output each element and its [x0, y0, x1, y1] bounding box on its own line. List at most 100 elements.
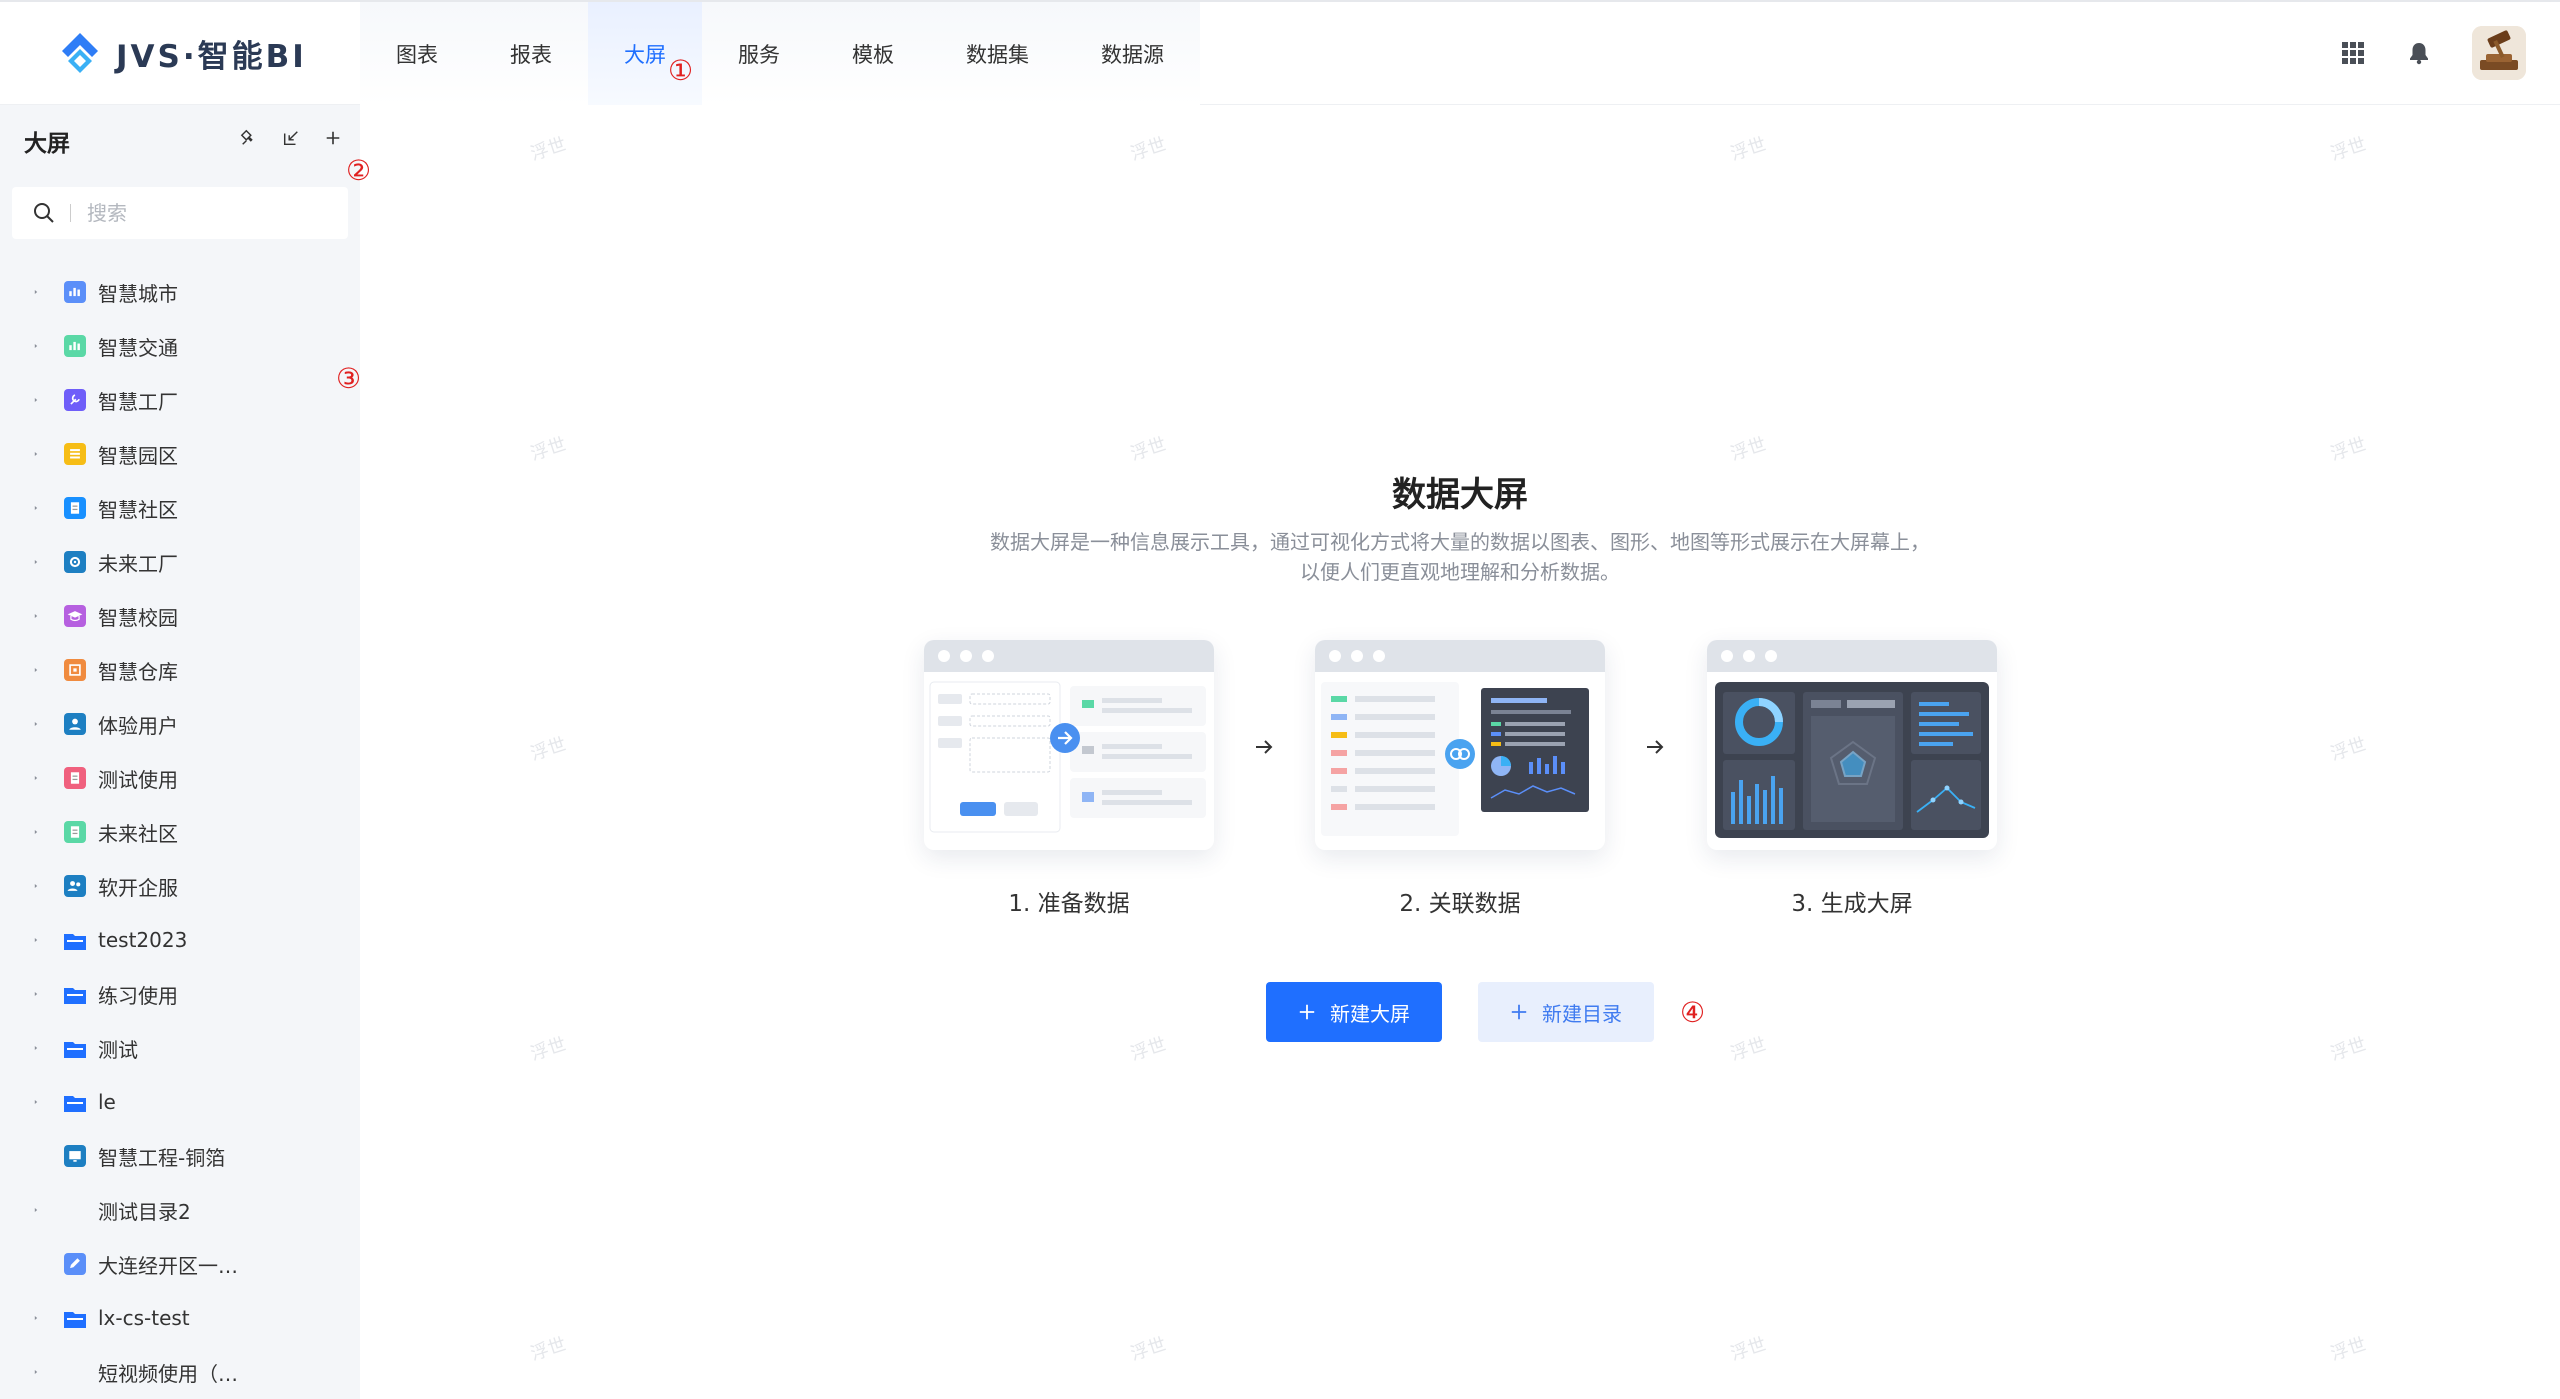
screen-box-icon [64, 659, 86, 681]
expand-caret-icon[interactable] [0, 556, 38, 568]
app-logo-text: JVS·智能BI [116, 38, 307, 75]
tree-item[interactable]: 大连经开区一… [0, 1237, 360, 1291]
step-generate-screen: 3. 生成大屏 [1707, 640, 1997, 918]
nav-tab[interactable]: 数据源 [1065, 2, 1200, 105]
folder-icon [64, 929, 86, 951]
expand-caret-icon[interactable] [0, 448, 38, 460]
screen-chart-icon [64, 281, 86, 303]
expand-caret-icon[interactable] [0, 934, 38, 946]
tree-item[interactable]: 练习使用 [0, 967, 360, 1021]
expand-caret-icon[interactable] [0, 610, 38, 622]
expand-caret-icon[interactable] [0, 394, 38, 406]
expand-caret-icon[interactable] [0, 1312, 38, 1324]
tree-item[interactable]: 智慧交通 [0, 319, 360, 373]
expand-caret-icon[interactable] [0, 880, 38, 892]
tree-item-label: 大连经开区一… [98, 1253, 238, 1278]
tree-item[interactable]: test2023 [0, 913, 360, 967]
expand-caret-icon[interactable] [0, 826, 38, 838]
expand-caret-icon[interactable] [0, 718, 38, 730]
sidebar-actions [238, 127, 344, 149]
expand-caret-icon[interactable] [0, 340, 38, 352]
tree-item-label: 智慧工程-铜箔 [98, 1145, 226, 1170]
app-logo[interactable]: JVS·智能BI [58, 28, 307, 78]
screen-cap-icon [64, 605, 86, 627]
pin-icon[interactable] [238, 127, 260, 149]
nav-tab[interactable]: 模板 [816, 2, 930, 105]
tree-item[interactable]: 智慧仓库 [0, 643, 360, 697]
nav-tab[interactable]: 服务 [702, 2, 816, 105]
top-right-actions [2340, 26, 2526, 80]
expand-caret-icon[interactable] [0, 1204, 38, 1216]
screen-list-icon [64, 443, 86, 465]
step-1-illustration [924, 640, 1214, 850]
watermark-text: 浮世 [2328, 1333, 2369, 1365]
tree-item[interactable]: 智慧园区 [0, 427, 360, 481]
tree-item[interactable]: 测试目录2 [0, 1183, 360, 1237]
tree-item-label: 体验用户 [98, 713, 178, 738]
new-screen-button[interactable]: 新建大屏 [1266, 982, 1442, 1042]
watermark-text: 浮世 [1128, 433, 1169, 465]
nav-tab[interactable]: 报表 [474, 2, 588, 105]
nav-tab[interactable]: 图表 [360, 2, 474, 105]
tree-item[interactable]: 智慧工程-铜箔 [0, 1129, 360, 1183]
tree-item-label: 测试使用 [98, 767, 178, 792]
step-label: 1. 准备数据 [1008, 891, 1130, 917]
tree-item[interactable]: 未来社区 [0, 805, 360, 859]
tree-item[interactable]: 测试 [0, 1021, 360, 1075]
folder-icon [64, 1037, 86, 1059]
expand-caret-icon[interactable] [0, 286, 38, 298]
tree-item[interactable]: 智慧工厂 [0, 373, 360, 427]
annotation-marker-2: ② [346, 154, 372, 187]
tree-item[interactable]: lx-cs-test [0, 1291, 360, 1345]
new-folder-button[interactable]: 新建目录 [1478, 982, 1654, 1042]
watermark-text: 浮世 [1128, 1333, 1169, 1365]
tree-item-label: 短视频使用（… [98, 1361, 238, 1386]
apps-grid-icon[interactable] [2340, 40, 2366, 66]
watermark-text: 浮世 [528, 133, 569, 165]
expand-caret-icon[interactable] [0, 1042, 38, 1054]
watermark-text: 浮世 [528, 1033, 569, 1065]
screen-doc-icon [64, 767, 86, 789]
tree-item-label: 智慧工厂 [98, 389, 178, 414]
tree-item[interactable]: 未来工厂 [0, 535, 360, 589]
tree-item[interactable]: 短视频使用（… [0, 1345, 360, 1399]
add-icon[interactable] [322, 127, 344, 149]
tree-item-label: 软开企服 [98, 875, 178, 900]
tree-item[interactable]: 软开企服 [0, 859, 360, 913]
tree-item-label: 未来工厂 [98, 551, 178, 576]
import-icon[interactable] [280, 127, 302, 149]
watermark-text: 浮世 [2328, 1033, 2369, 1065]
tree-item-label: 智慧城市 [98, 281, 178, 306]
new-folder-button-label: 新建目录 [1542, 1001, 1622, 1026]
user-avatar[interactable] [2472, 26, 2526, 80]
tree-item[interactable]: 体验用户 [0, 697, 360, 751]
expand-caret-icon[interactable] [0, 1366, 38, 1378]
sidebar-search [12, 187, 348, 239]
blank-icon [64, 1199, 86, 1221]
tree-item[interactable]: 智慧城市 [0, 265, 360, 319]
watermark-text: 浮世 [1728, 1033, 1769, 1065]
tree-item-label: le [98, 1090, 116, 1114]
watermark-text: 浮世 [1128, 1033, 1169, 1065]
tree-item-label: 智慧仓库 [98, 659, 178, 684]
new-screen-button-label: 新建大屏 [1330, 1001, 1410, 1026]
logo-mark-icon [62, 33, 98, 73]
watermark-text: 浮世 [528, 433, 569, 465]
tree-item[interactable]: le [0, 1075, 360, 1129]
bell-icon[interactable] [2406, 40, 2432, 66]
watermark-text: 浮世 [2328, 133, 2369, 165]
expand-caret-icon[interactable] [0, 664, 38, 676]
screen-chart-icon [64, 335, 86, 357]
expand-caret-icon[interactable] [0, 772, 38, 784]
watermark-text: 浮世 [528, 1333, 569, 1365]
tree-item[interactable]: 智慧校园 [0, 589, 360, 643]
expand-caret-icon[interactable] [0, 988, 38, 1000]
expand-caret-icon[interactable] [0, 502, 38, 514]
nav-tab[interactable]: 数据集 [930, 2, 1065, 105]
tree-item[interactable]: 智慧社区 [0, 481, 360, 535]
tree-item[interactable]: 测试使用 [0, 751, 360, 805]
search-input[interactable] [87, 201, 337, 225]
arrow-right-icon [1256, 740, 1273, 754]
screen-wrench-icon [64, 389, 86, 411]
expand-caret-icon[interactable] [0, 1096, 38, 1108]
